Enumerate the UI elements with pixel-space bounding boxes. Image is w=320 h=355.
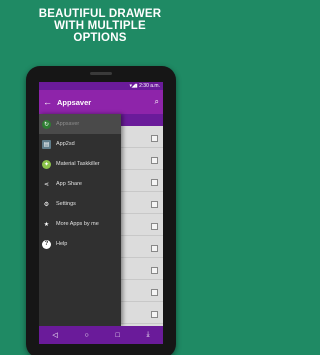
back-arrow-icon[interactable]: ←: [43, 97, 57, 107]
nav-home-icon[interactable]: ○: [85, 332, 89, 339]
refresh-icon: ↻: [42, 119, 51, 129]
drawer-item-label: Material Taskkiller: [56, 161, 100, 167]
drawer-item-label: More Apps by me: [56, 221, 99, 227]
drawer-item-app-share[interactable]: ⋖ App Share: [39, 174, 121, 194]
drawer-item-label: App2sd: [56, 141, 75, 147]
status-bar: ▾◢▮ 2:30 a.m.: [39, 82, 163, 90]
status-time: 2:30 a.m.: [139, 83, 160, 89]
checkbox[interactable]: [151, 135, 158, 142]
download-icon[interactable]: ⤓: [146, 331, 149, 339]
drawer-item-material-taskkiller[interactable]: ✦ Material Taskkiller: [39, 154, 121, 174]
phone-frame: ▾◢▮ 2:30 a.m. ← Appsaver ⌕ ↻ Appsaver ▤ …: [26, 66, 176, 355]
drawer-item-label: Appsaver: [56, 121, 80, 127]
promo-headline: BEAUTIFUL DRAWER WITH MULTIPLE OPTIONS: [0, 8, 200, 44]
gear-icon: ⚙: [43, 201, 50, 208]
promo-line-1: BEAUTIFUL DRAWER: [38, 8, 162, 20]
drawer-item-label: Settings: [56, 201, 76, 207]
checkbox[interactable]: [151, 157, 158, 164]
app-title: Appsaver: [57, 97, 92, 107]
drawer-item-label: App Share: [56, 181, 82, 187]
drawer-item-more-apps[interactable]: ★ More Apps by me: [39, 214, 121, 234]
system-nav-bar: ◁ ○ □ ⤓: [39, 326, 163, 344]
checkbox[interactable]: [151, 267, 158, 274]
phone-speaker: [90, 72, 112, 75]
android-icon: ✦: [42, 159, 51, 169]
checkbox[interactable]: [151, 289, 158, 296]
phone-screen: ▾◢▮ 2:30 a.m. ← Appsaver ⌕ ↻ Appsaver ▤ …: [39, 82, 163, 344]
promo-line-2: WITH MULTIPLE: [54, 20, 146, 32]
drawer-item-label: Help: [56, 241, 68, 247]
drawer-item-appsaver[interactable]: ↻ Appsaver: [39, 114, 121, 134]
search-icon[interactable]: ⌕: [155, 97, 159, 107]
checkbox[interactable]: [151, 179, 158, 186]
tab-strip: [121, 114, 163, 126]
app-bar: ← Appsaver ⌕: [39, 90, 163, 114]
checkbox[interactable]: [151, 245, 158, 252]
navigation-drawer: ↻ Appsaver ▤ App2sd ✦ Material Taskkille…: [39, 114, 121, 326]
star-icon: ★: [43, 221, 50, 228]
drawer-item-settings[interactable]: ⚙ Settings: [39, 194, 121, 214]
share-icon: ⋖: [43, 181, 50, 188]
nav-back-icon[interactable]: ◁: [52, 331, 57, 339]
checkbox[interactable]: [151, 201, 158, 208]
checkbox[interactable]: [151, 311, 158, 318]
signal-icon: ▾◢▮: [129, 83, 138, 89]
checkbox[interactable]: [151, 223, 158, 230]
nav-recents-icon[interactable]: □: [116, 332, 120, 339]
sd-card-icon: ▤: [42, 139, 51, 149]
promo-line-3: OPTIONS: [73, 32, 127, 44]
help-icon: ?: [42, 239, 51, 249]
drawer-item-help[interactable]: ? Help: [39, 234, 121, 254]
drawer-item-app2sd[interactable]: ▤ App2sd: [39, 134, 121, 154]
